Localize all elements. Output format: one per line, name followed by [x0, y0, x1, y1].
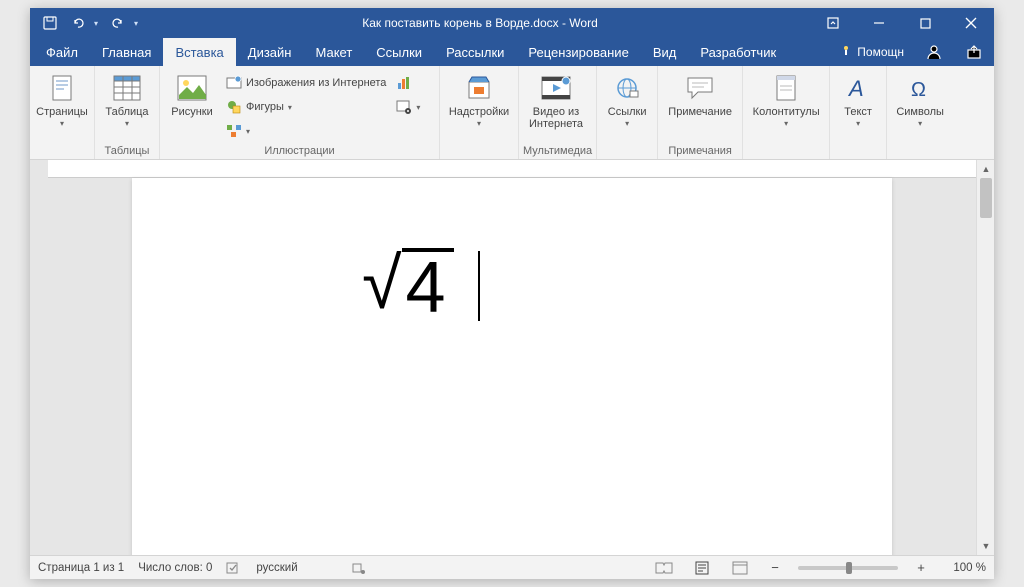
tab-file[interactable]: Файл — [34, 38, 90, 66]
pictures-button[interactable]: Рисунки — [164, 68, 220, 118]
radicand: 4 — [402, 248, 454, 324]
maximize-button[interactable] — [902, 8, 948, 38]
vertical-scrollbar[interactable]: ▲ ▼ — [976, 160, 994, 555]
shapes-button[interactable]: Фигуры ▾ — [222, 96, 390, 118]
print-layout-button[interactable] — [690, 558, 714, 578]
save-button[interactable] — [38, 11, 62, 35]
scroll-up-arrow[interactable]: ▲ — [977, 160, 994, 178]
online-video-button[interactable]: Видео из Интернета — [523, 68, 589, 130]
illustrations-stack: Изображения из Интернета Фигуры ▾ ▾ — [222, 68, 390, 142]
group-addins: Надстройки ▾ — [440, 66, 519, 159]
online-pictures-button[interactable]: Изображения из Интернета — [222, 72, 390, 94]
macro-recording-icon[interactable] — [352, 561, 366, 575]
status-bar: Страница 1 из 1 Число слов: 0 русский − … — [30, 555, 994, 579]
group-headerfooter: Колонтитулы ▾ — [743, 66, 830, 159]
table-icon — [111, 72, 143, 104]
picture-icon — [176, 72, 208, 104]
links-button[interactable]: Ссылки ▾ — [601, 68, 653, 129]
zoom-level[interactable]: 100 % — [944, 562, 986, 574]
page-icon — [46, 72, 78, 104]
smartart-button[interactable]: ▾ — [222, 120, 390, 142]
minimize-button[interactable] — [856, 8, 902, 38]
text-button[interactable]: A Текст ▾ — [834, 68, 882, 129]
ribbon-options-button[interactable] — [810, 8, 856, 38]
tab-layout[interactable]: Макет — [303, 38, 364, 66]
read-mode-button[interactable] — [652, 558, 676, 578]
group-pages: Страницы ▾ — [30, 66, 95, 159]
table-button[interactable]: Таблица ▾ — [99, 68, 155, 129]
pages-button[interactable]: Страницы ▾ — [34, 68, 90, 129]
group-symbols: Ω Символы ▾ — [887, 66, 953, 159]
horizontal-ruler[interactable] — [48, 160, 976, 178]
tab-references[interactable]: Ссылки — [364, 38, 434, 66]
undo-dropdown[interactable]: ▾ — [94, 19, 102, 28]
omega-icon: Ω — [904, 72, 936, 104]
document-area: √ 4 ▲ ▼ — [30, 160, 994, 555]
undo-button[interactable] — [66, 11, 90, 35]
illustrations-stack-2: ▾ — [392, 68, 424, 118]
zoom-in-button[interactable]: + — [912, 560, 930, 575]
addins-button[interactable]: Надстройки ▾ — [444, 68, 514, 129]
close-button[interactable] — [948, 8, 994, 38]
group-media: Видео из Интернета Мультимедиа — [519, 66, 597, 159]
shapes-icon — [226, 99, 242, 115]
tab-insert[interactable]: Вставка — [163, 38, 235, 66]
window-controls — [810, 8, 994, 38]
zoom-slider[interactable] — [798, 566, 898, 570]
tell-me[interactable]: Помощн — [829, 38, 914, 66]
svg-text:Ω: Ω — [911, 79, 926, 100]
tab-view[interactable]: Вид — [641, 38, 689, 66]
window-title: Как поставить корень в Ворде.docx - Word — [150, 16, 810, 30]
screenshot-icon — [396, 99, 412, 115]
tab-developer[interactable]: Разработчик — [688, 38, 788, 66]
link-icon — [611, 72, 643, 104]
text-cursor — [478, 251, 480, 321]
account-button[interactable] — [914, 38, 954, 66]
tab-mailings[interactable]: Рассылки — [434, 38, 516, 66]
video-icon — [540, 72, 572, 104]
status-page[interactable]: Страница 1 из 1 — [38, 562, 124, 574]
group-text: A Текст ▾ — [830, 66, 887, 159]
chart-button[interactable] — [392, 72, 424, 94]
quick-access-toolbar: ▾ ▾ — [30, 11, 150, 35]
status-language[interactable]: русский — [256, 562, 297, 574]
online-pictures-icon — [226, 75, 242, 91]
word-window: ▾ ▾ Как поставить корень в Ворде.docx - … — [30, 8, 994, 579]
web-layout-button[interactable] — [728, 558, 752, 578]
group-links: Ссылки ▾ — [597, 66, 658, 159]
tab-design[interactable]: Дизайн — [236, 38, 304, 66]
document-page[interactable]: √ 4 — [132, 178, 892, 555]
tab-review[interactable]: Рецензирование — [516, 38, 640, 66]
tell-me-label: Помощн — [857, 45, 904, 59]
ribbon-tabs: Файл Главная Вставка Дизайн Макет Ссылки… — [30, 38, 994, 66]
comment-icon — [684, 72, 716, 104]
screenshot-button[interactable]: ▾ — [392, 96, 424, 118]
header-footer-icon — [770, 72, 802, 104]
zoom-slider-thumb[interactable] — [846, 562, 852, 574]
group-comments: Примечание Примечания — [658, 66, 743, 159]
qat-customize-dropdown[interactable]: ▾ — [134, 19, 142, 28]
radical-sign: √ — [362, 248, 402, 320]
group-illustrations: Рисунки Изображения из Интернета Фигуры — [160, 66, 440, 159]
share-button[interactable] — [954, 38, 994, 66]
comment-button[interactable]: Примечание — [662, 68, 738, 118]
ribbon-insert: Страницы ▾ Таблица ▾ Таблицы — [30, 66, 994, 160]
header-footer-button[interactable]: Колонтитулы ▾ — [747, 68, 825, 129]
proofing-icon[interactable] — [226, 561, 242, 575]
tab-home[interactable]: Главная — [90, 38, 163, 66]
equation-sqrt[interactable]: √ 4 — [362, 248, 480, 324]
group-tables: Таблица ▾ Таблицы — [95, 66, 160, 159]
scroll-down-arrow[interactable]: ▼ — [977, 537, 994, 555]
status-wordcount[interactable]: Число слов: 0 — [138, 562, 212, 574]
svg-text:A: A — [847, 76, 864, 100]
smartart-icon — [226, 123, 242, 139]
store-icon — [463, 72, 495, 104]
zoom-out-button[interactable]: − — [766, 560, 784, 575]
title-bar: ▾ ▾ Как поставить корень в Ворде.docx - … — [30, 8, 994, 38]
text-icon: A — [842, 72, 874, 104]
chart-icon — [396, 75, 412, 91]
scroll-thumb[interactable] — [980, 178, 992, 218]
symbols-button[interactable]: Ω Символы ▾ — [891, 68, 949, 129]
redo-button[interactable] — [106, 11, 130, 35]
